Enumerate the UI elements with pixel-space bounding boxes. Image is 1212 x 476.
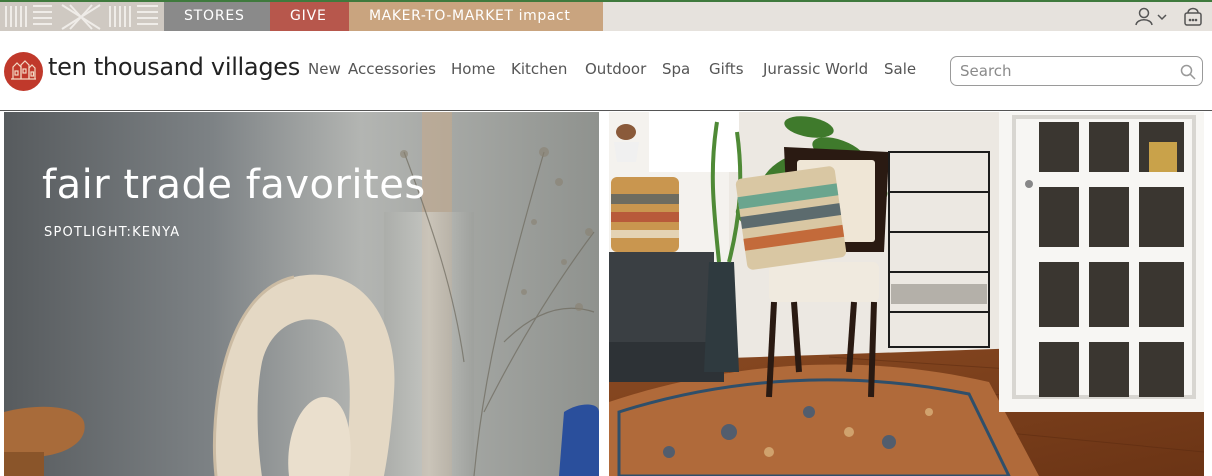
nav-gifts[interactable]: Gifts (709, 60, 744, 78)
brand-name[interactable]: ten thousand villages (48, 53, 300, 81)
hero-photo-living-room (609, 112, 1204, 476)
hero-subtitle: SPOTLIGHT:KENYA (44, 225, 181, 240)
nav-accessories[interactable]: Accessories (348, 60, 436, 78)
maker-to-market-tab[interactable]: MAKER-TO-MARKET impact (349, 2, 603, 31)
magnifier-icon[interactable] (1180, 64, 1196, 80)
village-logo-icon[interactable] (4, 52, 43, 91)
nav-home[interactable]: Home (451, 60, 495, 78)
cart-button[interactable] (1182, 5, 1204, 27)
nav-sale[interactable]: Sale (884, 60, 916, 78)
chevron-down-icon (1157, 14, 1167, 21)
hero-title: fair trade favorites (42, 162, 426, 208)
nav-new[interactable]: New (308, 60, 341, 78)
search-box (950, 56, 1203, 86)
search-input[interactable] (960, 62, 1170, 80)
top-utility-bar: STORES GIVE MAKER-TO-MARKET impact (0, 0, 1212, 31)
nav-jurassic-world[interactable]: Jurassic World (763, 60, 868, 78)
user-icon (1135, 7, 1167, 26)
site-header: ten thousand villages New Accessories Ho… (0, 31, 1212, 111)
hero-banner-fair-trade[interactable]: fair trade favorites SPOTLIGHT:KENYA (4, 112, 599, 476)
account-button[interactable] (1134, 6, 1172, 28)
hero-banner-home-decor[interactable] (609, 112, 1204, 476)
give-tab[interactable]: GIVE (270, 2, 349, 31)
stores-tab[interactable]: STORES (164, 2, 270, 31)
basket-icon (1184, 7, 1202, 26)
nav-spa[interactable]: Spa (662, 60, 690, 78)
nav-outdoor[interactable]: Outdoor (585, 60, 646, 78)
decorative-pattern (0, 2, 164, 31)
nav-kitchen[interactable]: Kitchen (511, 60, 567, 78)
